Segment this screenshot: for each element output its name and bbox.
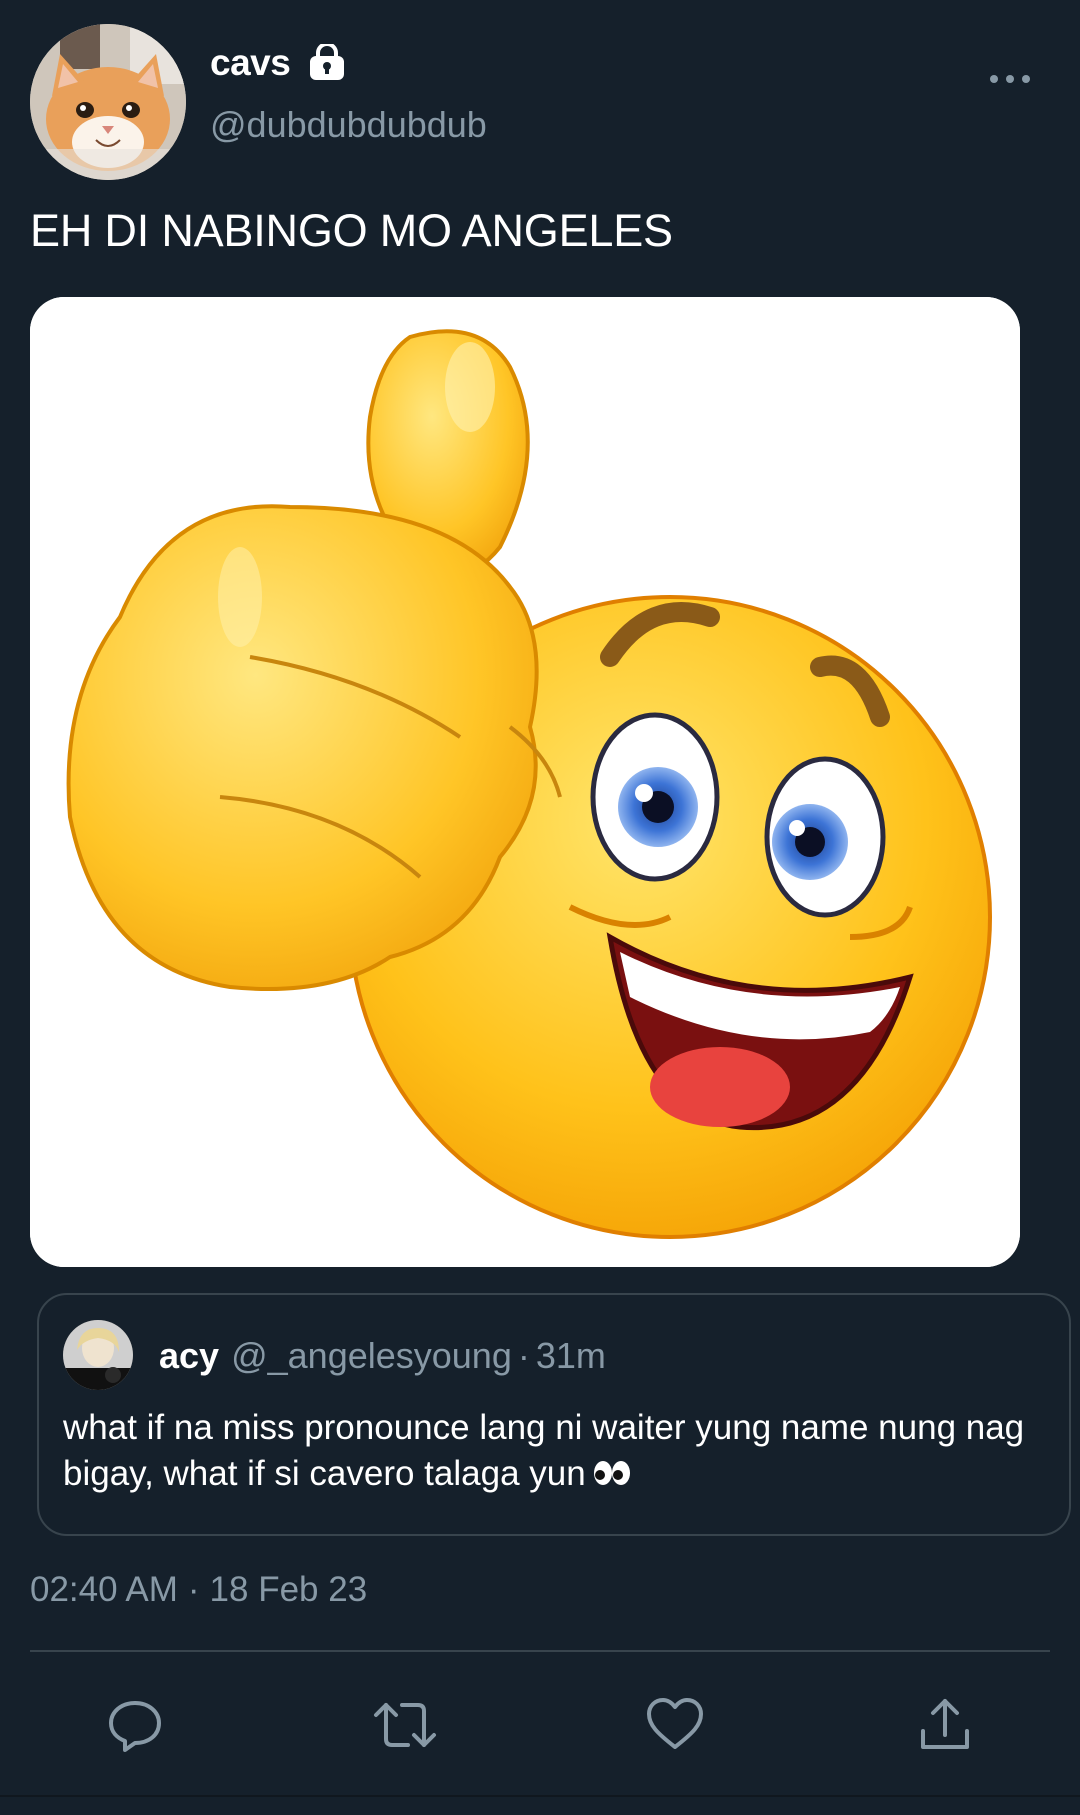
tweet-header: cavs @dubdubdubdub (30, 24, 1050, 184)
timestamp-date: 18 Feb 23 (209, 1570, 368, 1609)
quoted-author-avatar (63, 1320, 133, 1390)
share-button[interactable] (910, 1690, 980, 1760)
tweet-action-bar (0, 1690, 1080, 1760)
retweet-button[interactable] (370, 1690, 440, 1760)
reply-button[interactable] (100, 1690, 170, 1760)
share-icon (921, 1699, 969, 1749)
more-icon[interactable] (980, 64, 1040, 94)
timestamp-time: 02:40 AM (30, 1570, 178, 1609)
reply-icon (109, 1701, 161, 1752)
timestamp-separator: · (187, 1570, 200, 1609)
tweet-media[interactable] (30, 297, 1020, 1267)
author-handle[interactable]: @dubdubdubdub (210, 104, 487, 146)
quoted-text: what if na miss pronounce lang ni waiter… (63, 1408, 1025, 1493)
quoted-separator: · (517, 1335, 530, 1376)
tweet-detail-page: cavs @dubdubdubdub EH DI NABINGO MO ANGE… (0, 0, 1080, 1815)
heart-icon (647, 1698, 703, 1749)
author-avatar[interactable] (30, 24, 186, 180)
thumbs-up-emoji-image (30, 297, 1020, 1267)
cat-avatar-image (30, 24, 186, 180)
lock-icon (308, 42, 346, 82)
author-display-name[interactable]: cavs (210, 42, 291, 84)
eyes-emoji (592, 1453, 632, 1499)
quoted-author-handle: @_angelesyoung (231, 1335, 512, 1376)
quoted-text-block: what if na miss pronounce lang ni waiter… (63, 1405, 1043, 1499)
tweet-timestamp[interactable]: 02:40 AM · 18 Feb 23 (30, 1570, 367, 1610)
divider (30, 1650, 1050, 1652)
bottom-separator (0, 1795, 1080, 1797)
author-name-row: cavs (210, 42, 346, 84)
quoted-age: 31m (535, 1335, 606, 1376)
retweet-icon (374, 1703, 436, 1747)
tweet-text: EH DI NABINGO MO ANGELES (30, 205, 673, 256)
quoted-author-name: acy (159, 1335, 220, 1376)
quoted-tweet[interactable]: acy @_angelesyoung · 31m what if na miss pr… (37, 1293, 1071, 1536)
like-button[interactable] (640, 1690, 710, 1760)
quoted-header: acy @_angelesyoung · 31m (159, 1335, 606, 1377)
